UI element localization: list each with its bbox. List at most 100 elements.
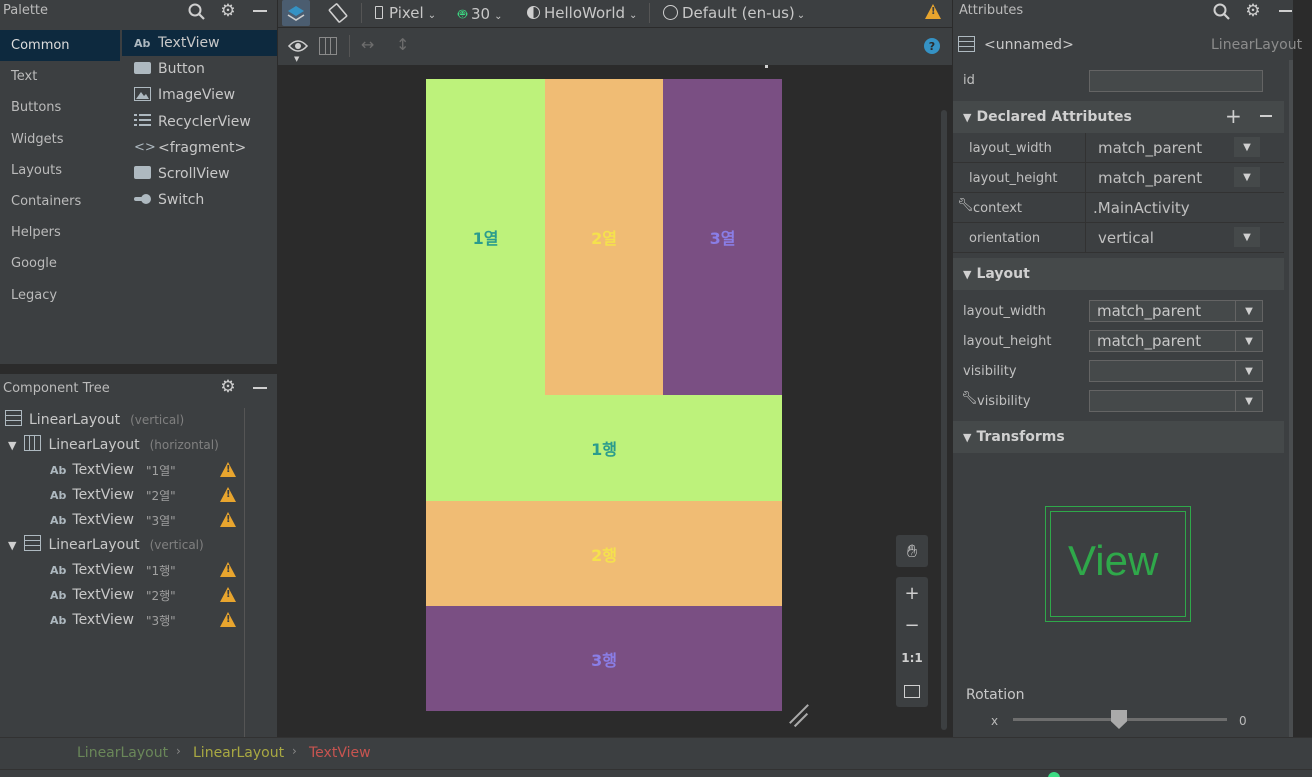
chevron-down-icon[interactable]: ▼ <box>1234 227 1260 247</box>
chevron-down-icon[interactable]: ▼ <box>1234 137 1260 157</box>
palette-item-imageview[interactable]: ImageView <box>122 82 277 108</box>
vertical-scrollbar[interactable] <box>941 110 947 730</box>
warning-icon[interactable] <box>220 462 236 477</box>
tree-node-root[interactable]: LinearLayout (vertical) <box>5 408 184 432</box>
tree-node-textview[interactable]: Ab TextView "1열" <box>50 458 176 482</box>
palette-category-containers[interactable]: Containers <box>0 186 120 217</box>
minimize-icon[interactable] <box>253 10 267 12</box>
tree-node-horizontal[interactable]: ▼ LinearLayout (horizontal) <box>8 433 219 457</box>
tree-node-textview[interactable]: Ab TextView "3행" <box>50 608 176 632</box>
layers-icon[interactable] <box>282 0 310 26</box>
attribute-value[interactable]: vertical <box>1098 229 1154 247</box>
minimize-icon[interactable] <box>1279 10 1292 12</box>
warning-icon[interactable] <box>220 612 236 627</box>
attribute-value[interactable]: .MainActivity <box>1093 199 1190 217</box>
tree-node-textview[interactable]: Ab TextView "1행" <box>50 558 176 582</box>
tree-node-vertical[interactable]: ▼ LinearLayout (vertical) <box>8 533 204 557</box>
preview-col-1[interactable]: 1열 <box>426 79 545 395</box>
chevron-down-icon[interactable]: ▼ <box>1236 361 1262 381</box>
tree-node-textview[interactable]: Ab TextView "3열" <box>50 508 176 532</box>
warning-icon[interactable] <box>220 562 236 577</box>
search-icon[interactable] <box>1211 1 1231 21</box>
palette-item-button[interactable]: Button <box>122 56 277 82</box>
declared-attr-layout-height[interactable]: layout_height match_parent ▼ <box>953 163 1284 193</box>
breadcrumb-item[interactable]: LinearLayout <box>77 745 168 761</box>
id-input[interactable] <box>1089 70 1263 92</box>
breadcrumb-item[interactable]: LinearLayout <box>193 745 284 761</box>
palette-category-text[interactable]: Text <box>0 61 120 92</box>
remove-attribute-button[interactable] <box>1260 115 1272 117</box>
chevron-down-icon[interactable]: ▼ <box>1236 391 1262 411</box>
gear-icon[interactable]: ⚙ <box>218 1 238 21</box>
device-preview[interactable]: 1열 2열 3열 1행 2행 3행 <box>426 79 782 711</box>
device-selector[interactable]: Pixel ⌄ <box>375 4 436 22</box>
tools-visibility-dropdown[interactable]: ▼ <box>1089 390 1263 412</box>
preview-col-3[interactable]: 3열 <box>663 79 782 395</box>
api-level-selector[interactable]: 🤖︎ 30 ⌄ <box>458 4 503 25</box>
transforms-section-header[interactable]: ▼ Transforms <box>953 421 1284 453</box>
expand-triangle-icon[interactable]: ▼ <box>8 539 16 552</box>
attribute-value[interactable]: match_parent <box>1098 169 1202 187</box>
warning-icon[interactable] <box>220 587 236 602</box>
palette-category-legacy[interactable]: Legacy <box>0 280 120 311</box>
help-icon[interactable]: ? <box>924 38 940 54</box>
layout-height-dropdown[interactable]: match_parent ▼ <box>1089 330 1263 352</box>
palette-category-common[interactable]: Common <box>0 30 120 62</box>
palette-item-scrollview[interactable]: ScrollView <box>122 161 277 187</box>
rotation-slider-thumb[interactable] <box>1111 710 1127 729</box>
breadcrumb-item-current[interactable]: TextView <box>309 745 371 761</box>
preview-col-2[interactable]: 2열 <box>545 79 663 395</box>
declared-attr-orientation[interactable]: orientation vertical ▼ <box>953 223 1284 253</box>
search-icon[interactable] <box>186 1 206 21</box>
warning-icon[interactable] <box>925 4 941 19</box>
declared-attributes-header[interactable]: ▼ Declared Attributes + <box>953 101 1284 133</box>
preview-row-2[interactable]: 2행 <box>426 501 782 606</box>
chevron-down-icon[interactable]: ▼ <box>1236 331 1262 351</box>
chevron-down-icon[interactable]: ▼ <box>1234 167 1260 187</box>
theme-selector[interactable]: HelloWorld ⌄ <box>527 4 637 22</box>
chevron-down-icon[interactable]: ▼ <box>294 55 299 63</box>
preview-row-3[interactable]: 3행 <box>426 606 782 711</box>
tree-node-label: TextView <box>72 612 134 628</box>
horizontal-arrows-icon[interactable]: ↔ <box>361 35 374 54</box>
add-attribute-button[interactable]: + <box>1225 104 1242 128</box>
zoom-out-button[interactable]: − <box>896 609 928 641</box>
layout-width-dropdown[interactable]: match_parent ▼ <box>1089 300 1263 322</box>
warning-icon[interactable] <box>220 487 236 502</box>
declared-attr-layout-width[interactable]: layout_width match_parent ▼ <box>953 133 1284 163</box>
vertical-arrows-icon[interactable]: ↕ <box>396 35 409 54</box>
rotate-device-icon[interactable] <box>326 1 350 25</box>
chevron-down-icon[interactable]: ▼ <box>1236 301 1262 321</box>
palette-item-fragment[interactable]: <> <fragment> <box>122 135 277 161</box>
palette-item-switch[interactable]: Switch <box>122 187 277 213</box>
zoom-fit-button[interactable] <box>896 675 928 707</box>
columns-icon[interactable] <box>319 37 337 55</box>
attributes-scrollbar[interactable] <box>1289 60 1293 737</box>
palette-category-google[interactable]: Google <box>0 248 120 279</box>
column-divider <box>1085 223 1086 253</box>
locale-selector[interactable]: Default (en-us) ⌄ <box>663 4 805 22</box>
palette-category-layouts[interactable]: Layouts <box>0 155 120 186</box>
layout-section-header[interactable]: ▼ Layout <box>953 258 1284 290</box>
gear-icon[interactable]: ⚙ <box>1243 1 1263 21</box>
preview-row-1[interactable]: 1행 <box>426 395 782 501</box>
palette-category-helpers[interactable]: Helpers <box>0 217 120 248</box>
pan-hand-icon[interactable]: ✋︎ <box>896 535 928 567</box>
tree-node-textview[interactable]: Ab TextView "2행" <box>50 583 176 607</box>
palette-item-recyclerview[interactable]: RecyclerView <box>122 109 277 135</box>
palette-category-buttons[interactable]: Buttons <box>0 92 120 123</box>
expand-triangle-icon[interactable]: ▼ <box>8 439 16 452</box>
attribute-value[interactable]: match_parent <box>1098 139 1202 157</box>
textview-icon: Ab <box>50 613 67 627</box>
palette-category-widgets[interactable]: Widgets <box>0 124 120 155</box>
zoom-actual-size-button[interactable]: 1:1 <box>896 642 928 674</box>
minimize-icon[interactable] <box>253 387 267 389</box>
declared-attr-context[interactable]: 🔧︎ context .MainActivity <box>953 193 1284 223</box>
zoom-in-button[interactable]: + <box>896 577 928 609</box>
palette-item-textview[interactable]: Ab TextView <box>122 30 277 57</box>
eye-icon[interactable] <box>288 38 308 54</box>
warning-icon[interactable] <box>220 512 236 527</box>
visibility-dropdown[interactable]: ▼ <box>1089 360 1263 382</box>
tree-node-textview[interactable]: Ab TextView "2열" <box>50 483 176 507</box>
gear-icon[interactable]: ⚙ <box>218 377 238 397</box>
